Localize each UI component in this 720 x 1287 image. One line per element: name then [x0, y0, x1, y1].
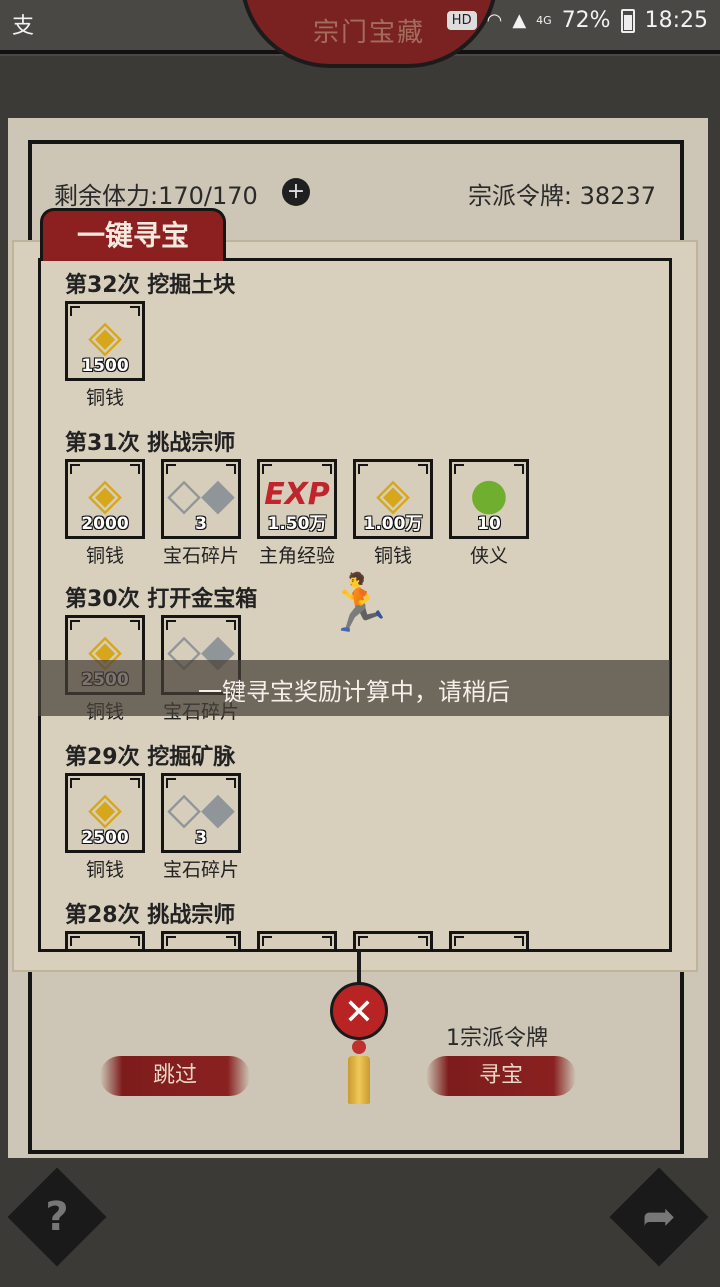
coin-icon: ◈ — [88, 469, 122, 520]
ore-icon: ◆ — [164, 942, 238, 950]
reward-slot: ◈ — [353, 931, 433, 950]
gem-shard-icon: ◇◆ — [167, 469, 235, 520]
stamina-label: 剩余体力:170/170 — [54, 182, 258, 210]
gem-shard-icon: ◇◆ — [260, 942, 334, 950]
item-count: 1.00万 — [363, 514, 423, 534]
network-label: 4G — [536, 14, 552, 27]
add-stamina-icon[interactable]: + — [282, 178, 310, 206]
round-title: 第32次 挖掘土块 — [65, 273, 236, 298]
item-count: 3 — [195, 514, 207, 534]
item-count: 2500 — [81, 828, 129, 848]
battery-icon — [620, 8, 635, 33]
coin-icon: ◈ — [88, 311, 122, 362]
battery-percent: 72% — [561, 8, 611, 33]
reward-item[interactable]: ◇◆ 3 宝石碎片 — [161, 459, 247, 568]
close-button[interactable]: ✕ — [330, 982, 388, 1040]
cost-label: 1宗派令牌 — [446, 1026, 548, 1051]
round-title: 第31次 挑战宗师 — [65, 431, 236, 456]
reward-slot: ● 10 — [449, 459, 529, 539]
reward-item[interactable]: ◈ — [449, 931, 535, 950]
question-icon: ? — [45, 1194, 69, 1240]
share-button[interactable]: ➦ — [609, 1167, 709, 1267]
reward-slot: ◈ 1500 — [65, 301, 145, 381]
round-items: ◈ 2500 铜钱 ◇◆ 3 宝石碎片 — [65, 773, 247, 882]
running-figure-icon: 🏃 — [324, 571, 394, 636]
item-name: 铜钱 — [85, 387, 124, 409]
item-name: 宝石碎片 — [162, 859, 239, 881]
pouch-icon: ● — [469, 469, 509, 520]
round-entry: 第32次 挖掘土块 ◈ 1500 铜钱 — [65, 267, 235, 410]
help-button[interactable]: ? — [7, 1167, 107, 1267]
reward-item[interactable]: ◈ 1.00万 铜钱 — [353, 459, 439, 568]
round-title: 第28次 挑战宗师 — [65, 903, 236, 928]
signal-icon: ▲ — [512, 10, 527, 31]
popup-tab-title: 一键寻宝 — [40, 208, 226, 261]
item-count: 1500 — [81, 356, 129, 376]
coin-icon: ◈ — [356, 942, 430, 950]
token-count: 宗派令牌: 38237 — [467, 182, 656, 210]
tassel-bead — [352, 1040, 366, 1054]
tassel-icon — [344, 1040, 374, 1106]
reward-item[interactable]: ● 10 侠义 — [449, 459, 535, 568]
reward-slot: EXP 1.50万 — [257, 459, 337, 539]
skip-button[interactable]: 跳过 — [100, 1056, 250, 1096]
reward-slot: ◇◆ 3 — [161, 459, 241, 539]
item-count: 10 — [477, 514, 501, 534]
reward-slot: ◈ 1.00万 — [353, 459, 433, 539]
item-count: 1.50万 — [267, 514, 327, 534]
item-name: 宝石碎片 — [162, 545, 239, 567]
reward-slot: ◇◆ 3 — [161, 773, 241, 853]
reward-slot: ◈ 2000 — [65, 459, 145, 539]
reward-item[interactable]: ◆ — [161, 931, 247, 950]
reward-item[interactable]: ◇◆ 3 宝石碎片 — [161, 773, 247, 882]
clock: 18:25 — [644, 8, 708, 33]
coin-icon: ◈ — [68, 942, 142, 950]
share-arrow-icon: ➦ — [642, 1194, 676, 1240]
round-items: ◈ 1500 铜钱 — [65, 301, 235, 410]
item-name: 主角经验 — [258, 545, 335, 567]
knot-string — [357, 950, 361, 984]
wifi-icon: ◠ — [486, 10, 503, 31]
hd-badge: HD — [446, 11, 477, 30]
round-entry: 第29次 挖掘矿脉 ◈ 2500 铜钱 ◇◆ 3 宝石碎片 — [65, 739, 247, 882]
reward-item[interactable]: EXP 1.50万 主角经验 — [257, 459, 343, 568]
item-count: 3 — [195, 828, 207, 848]
reward-item[interactable]: ◈ — [353, 931, 439, 950]
close-icon: ✕ — [343, 992, 375, 1033]
reward-item[interactable]: ◇◆ — [257, 931, 343, 950]
reward-slot: ◈ — [449, 931, 529, 950]
item-name: 铜钱 — [85, 545, 124, 567]
tassel-fringe — [348, 1056, 370, 1104]
round-items: ◈ ◆ ◇◆ ◈ ◈ — [65, 931, 535, 950]
status-right: HD ◠ ▲ 4G 72% 18:25 — [446, 8, 708, 33]
round-title: 第29次 挖掘矿脉 — [65, 745, 236, 770]
reward-slot: ◆ — [161, 931, 241, 950]
loading-toast: 一键寻宝奖励计算中，请稍后 — [38, 660, 670, 716]
item-name: 铜钱 — [85, 859, 124, 881]
reward-slot: ◈ 2500 — [65, 773, 145, 853]
item-name: 侠义 — [469, 545, 508, 567]
reward-item[interactable]: ◈ — [65, 931, 151, 950]
round-entry: 第31次 挑战宗师 ◈ 2000 铜钱 ◇◆ 3 宝石碎片 EXP 1.50万 … — [65, 425, 535, 568]
status-bar: 支 HD ◠ ▲ 4G 72% 18:25 — [0, 0, 720, 46]
round-title: 第30次 打开金宝箱 — [65, 587, 258, 612]
seek-treasure-button[interactable]: 寻宝 — [426, 1056, 576, 1096]
reward-item[interactable]: ◈ 1500 铜钱 — [65, 301, 151, 410]
notification-icon: 支 — [12, 14, 35, 39]
reward-item[interactable]: ◈ 2500 铜钱 — [65, 773, 151, 882]
item-count: 2000 — [81, 514, 129, 534]
round-items: ◈ 2000 铜钱 ◇◆ 3 宝石碎片 EXP 1.50万 主角经验 ◈ 1.0… — [65, 459, 535, 568]
coin-icon: ◈ — [452, 942, 526, 950]
round-entry: 第28次 挑战宗师 ◈ ◆ ◇◆ ◈ ◈ — [65, 897, 535, 950]
reward-slot: ◈ — [65, 931, 145, 950]
reward-slot: ◇◆ — [257, 931, 337, 950]
gem-shard-icon: ◇◆ — [167, 783, 235, 834]
item-name: 铜钱 — [373, 545, 412, 567]
loading-message: 一键寻宝奖励计算中，请稍后 — [198, 678, 510, 706]
coin-icon: ◈ — [88, 783, 122, 834]
reward-item[interactable]: ◈ 2000 铜钱 — [65, 459, 151, 568]
